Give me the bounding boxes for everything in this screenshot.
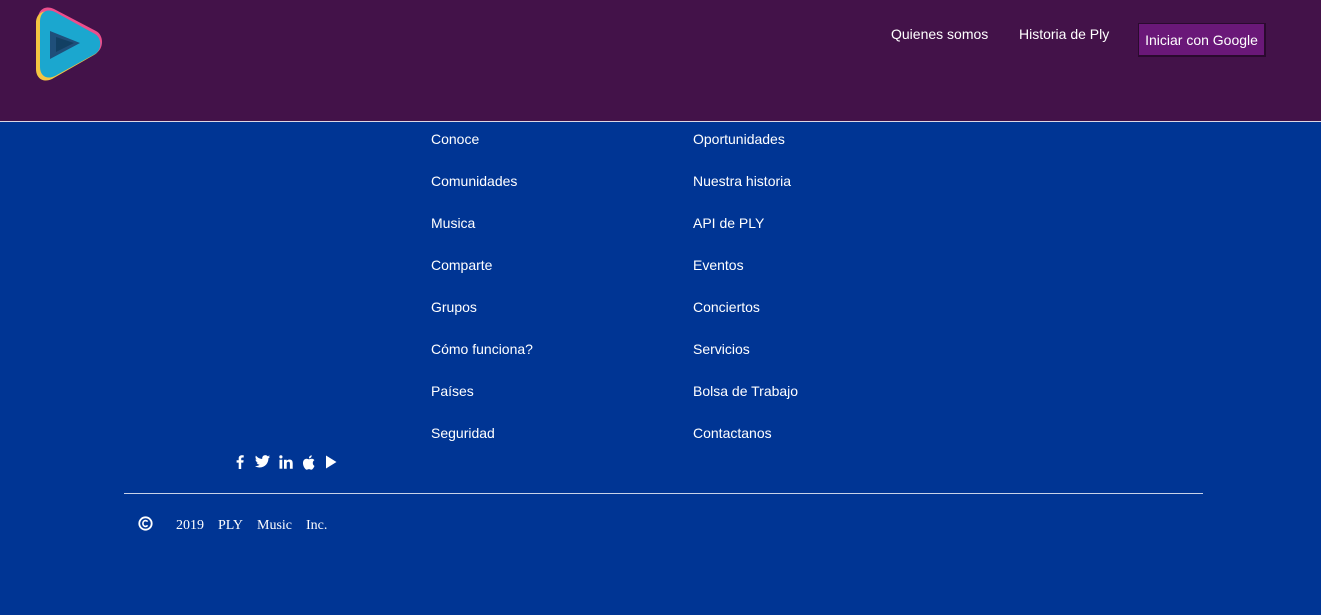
linkedin-icon[interactable] <box>279 455 293 471</box>
footer-link-bolsa-de-trabajo[interactable]: Bolsa de Trabajo <box>693 383 798 425</box>
copyright-suffix: Inc. <box>306 518 328 533</box>
footer-link-contactanos[interactable]: Contactanos <box>693 425 798 467</box>
footer-column-a: Conoce Comunidades Musica Comparte Grupo… <box>431 131 533 467</box>
copyright-year: 2019 <box>176 518 204 533</box>
copyright-company: PLY <box>218 518 244 533</box>
footer-link-comunidades[interactable]: Comunidades <box>431 173 533 215</box>
footer-link-como-funciona[interactable]: Cómo funciona? <box>431 341 533 383</box>
facebook-icon[interactable] <box>236 455 244 471</box>
copyright-product: Music <box>257 518 292 533</box>
footer-link-api-de-ply[interactable]: API de PLY <box>693 215 798 257</box>
copyright-icon <box>138 516 153 531</box>
google-login-button[interactable]: Iniciar con Google <box>1138 23 1266 57</box>
footer-link-grupos[interactable]: Grupos <box>431 299 533 341</box>
footer-link-paises[interactable]: Países <box>431 383 533 425</box>
footer-link-musica[interactable]: Musica <box>431 215 533 257</box>
footer-link-conciertos[interactable]: Conciertos <box>693 299 798 341</box>
ply-logo-icon[interactable] <box>32 5 106 81</box>
footer-link-comparte[interactable]: Comparte <box>431 257 533 299</box>
twitter-icon[interactable] <box>255 455 270 471</box>
footer-link-oportunidades[interactable]: Oportunidades <box>693 131 798 173</box>
play-store-icon[interactable] <box>325 455 337 471</box>
footer-link-servicios[interactable]: Servicios <box>693 341 798 383</box>
footer-link-nuestra-historia[interactable]: Nuestra historia <box>693 173 798 215</box>
footer-link-conoce[interactable]: Conoce <box>431 131 533 173</box>
top-header: Quienes somos Historia de Ply Iniciar co… <box>0 0 1321 122</box>
apple-icon[interactable] <box>302 455 315 471</box>
nav-historia-de-ply[interactable]: Historia de Ply <box>1019 26 1109 42</box>
footer-link-seguridad[interactable]: Seguridad <box>431 425 533 467</box>
nav-quienes-somos[interactable]: Quienes somos <box>891 26 988 42</box>
footer-divider <box>124 493 1203 494</box>
footer-column-b: Oportunidades Nuestra historia API de PL… <box>693 131 798 467</box>
footer-link-eventos[interactable]: Eventos <box>693 257 798 299</box>
